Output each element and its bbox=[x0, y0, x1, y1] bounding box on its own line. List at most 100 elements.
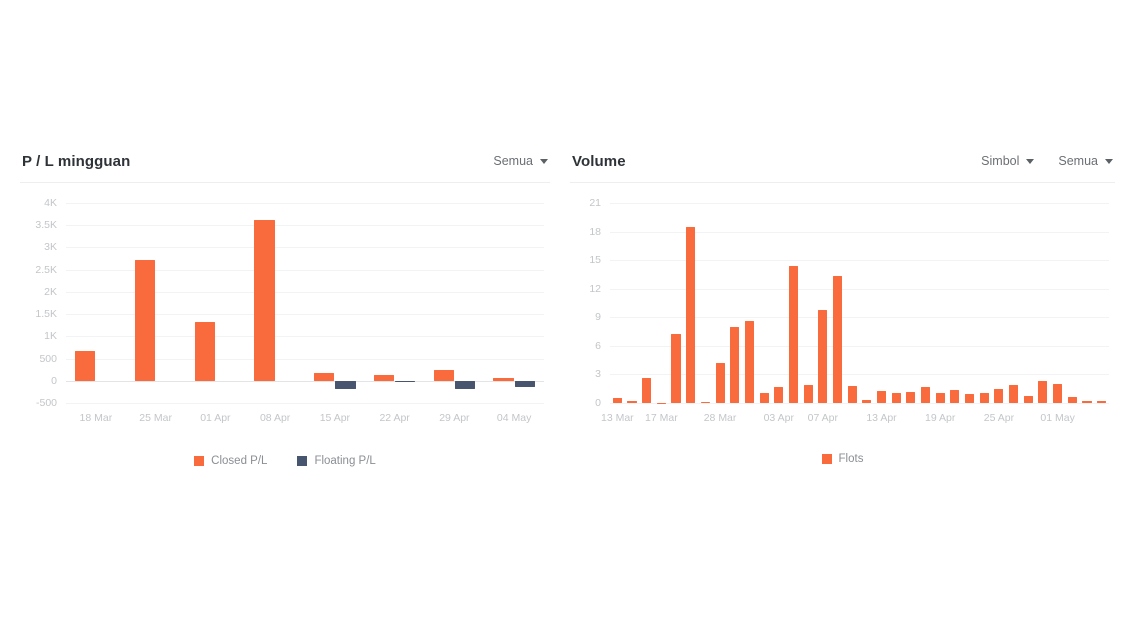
y-axis-tick-label: 12 bbox=[589, 282, 601, 295]
bar[interactable] bbox=[744, 321, 754, 403]
bar[interactable] bbox=[1023, 396, 1033, 403]
legend-swatch-icon bbox=[194, 456, 205, 466]
y-axis-tick-label: 9 bbox=[595, 311, 601, 324]
bar[interactable] bbox=[730, 326, 740, 403]
gridline bbox=[66, 403, 544, 404]
bar[interactable] bbox=[1097, 401, 1107, 403]
bar[interactable] bbox=[642, 378, 652, 403]
bar[interactable] bbox=[627, 401, 637, 403]
page-title: P / L mingguan bbox=[22, 152, 131, 170]
x-axis-tick-label: 15 Apr bbox=[319, 412, 351, 424]
bar[interactable] bbox=[1053, 383, 1063, 403]
chevron-down-icon bbox=[1105, 158, 1113, 164]
bar[interactable] bbox=[134, 259, 155, 381]
gridline bbox=[610, 231, 1109, 233]
x-axis-tick-label: 17 Mar bbox=[645, 412, 678, 424]
bar[interactable] bbox=[454, 380, 476, 389]
bar[interactable] bbox=[700, 401, 710, 403]
bar[interactable] bbox=[1082, 400, 1092, 403]
weekly-pl-controls: Semua bbox=[493, 154, 548, 168]
bar[interactable] bbox=[994, 388, 1004, 403]
legend-item-label: Closed P/L bbox=[211, 455, 268, 467]
x-axis-tick-label: 25 Mar bbox=[139, 412, 172, 424]
bar[interactable] bbox=[1038, 381, 1048, 403]
legend-swatch-icon bbox=[821, 454, 832, 464]
gridline bbox=[610, 374, 1109, 376]
gridline bbox=[610, 260, 1109, 262]
bar[interactable] bbox=[671, 334, 681, 403]
volume-filter-semua[interactable]: Semua bbox=[1058, 154, 1113, 168]
y-axis-tick-label: 1K bbox=[44, 330, 57, 343]
bar[interactable] bbox=[335, 380, 356, 389]
legend-item[interactable]: Flots bbox=[821, 453, 864, 465]
x-axis-tick-label: 18 Mar bbox=[79, 412, 113, 424]
bar[interactable] bbox=[514, 380, 535, 387]
volume-filter-simbol-label: Simbol bbox=[981, 154, 1020, 168]
legend-item[interactable]: Closed P/L bbox=[194, 455, 267, 467]
bar[interactable] bbox=[774, 386, 784, 403]
y-axis-tick-label: 3 bbox=[595, 368, 601, 381]
bar[interactable] bbox=[314, 373, 335, 381]
bar[interactable] bbox=[920, 386, 931, 403]
bar[interactable] bbox=[686, 226, 696, 403]
gridline bbox=[610, 288, 1109, 290]
bar[interactable] bbox=[715, 363, 725, 403]
bar[interactable] bbox=[950, 389, 960, 403]
gridline bbox=[610, 203, 1109, 204]
bar[interactable] bbox=[906, 391, 916, 403]
bar[interactable] bbox=[493, 378, 514, 381]
weekly-pl-panel: P / L mingguan Semua 4K 3.5K 3K 2.5K 2K 1.5K 1… bbox=[0, 140, 560, 467]
charts-row: P / L mingguan Semua 4K 3.5K 3K 2.5K 2K 1.5K 1… bbox=[0, 140, 1125, 467]
y-axis-tick-label: 3.5K bbox=[35, 219, 57, 232]
legend-item-label: Flots bbox=[838, 453, 864, 465]
y-axis-tick-label: 21 bbox=[589, 197, 601, 209]
bar[interactable] bbox=[433, 370, 454, 381]
x-axis-tick-label: 08 Apr bbox=[259, 412, 291, 424]
x-axis-tick-label: 04 May bbox=[496, 412, 532, 424]
bar[interactable] bbox=[1067, 397, 1077, 403]
bar[interactable] bbox=[395, 380, 416, 383]
bar[interactable] bbox=[1009, 384, 1019, 403]
y-axis-tick-label: 2K bbox=[44, 285, 57, 298]
y-axis-tick-label: 2.5K bbox=[35, 263, 57, 276]
bar[interactable] bbox=[876, 390, 887, 403]
bar[interactable] bbox=[75, 351, 96, 381]
x-axis-tick-label: 03 Apr bbox=[763, 412, 794, 424]
bar[interactable] bbox=[891, 393, 901, 403]
bar[interactable] bbox=[847, 385, 857, 403]
y-axis-tick-label: 1.5K bbox=[35, 308, 57, 321]
volume-panel: Volume Simbol Semua 21 18 15 12 9 6 3 0 13 Mar 17… bbox=[560, 140, 1125, 467]
bar[interactable] bbox=[818, 309, 828, 403]
bar[interactable] bbox=[803, 384, 813, 403]
weekly-pl-plot-area: 4K 3.5K 3K 2.5K 2K 1.5K 1K 500 0 -500 18 Mar 25 Mar… bbox=[35, 197, 544, 424]
weekly-pl-chart: 4K 3.5K 3K 2.5K 2K 1.5K 1K 500 0 -500 18 Mar 25 Mar… bbox=[20, 195, 550, 435]
x-axis-tick-label: 19 Apr bbox=[925, 412, 956, 424]
bar[interactable] bbox=[194, 321, 215, 381]
legend-item[interactable]: Floating P/L bbox=[297, 455, 376, 467]
gridline bbox=[610, 345, 1109, 347]
x-axis-tick-label: 13 Apr bbox=[866, 412, 897, 424]
bar[interactable] bbox=[373, 374, 394, 381]
bar[interactable] bbox=[965, 394, 975, 403]
bar[interactable] bbox=[832, 276, 843, 403]
volume-header: Volume Simbol Semua bbox=[570, 140, 1115, 182]
volume-filter-semua-label: Semua bbox=[1058, 154, 1098, 168]
weekly-pl-filter-semua[interactable]: Semua bbox=[493, 154, 548, 168]
bar[interactable] bbox=[979, 393, 989, 403]
volume-divider bbox=[570, 182, 1115, 183]
x-axis-tick-label: 29 Apr bbox=[439, 412, 470, 424]
x-axis-tick-label: 13 Mar bbox=[600, 412, 634, 424]
bar[interactable] bbox=[254, 219, 275, 381]
bar[interactable] bbox=[612, 398, 622, 403]
y-axis-tick-label: 15 bbox=[589, 254, 601, 267]
gridline bbox=[610, 317, 1109, 319]
bar[interactable] bbox=[788, 265, 798, 403]
bar[interactable] bbox=[656, 402, 666, 404]
volume-filter-simbol[interactable]: Simbol bbox=[981, 154, 1035, 168]
y-axis-tick-label: 18 bbox=[589, 225, 601, 238]
bar[interactable] bbox=[935, 393, 945, 403]
bar[interactable] bbox=[759, 393, 769, 403]
bar[interactable] bbox=[862, 400, 872, 403]
legend-item-label: Floating P/L bbox=[314, 455, 376, 467]
gridline bbox=[66, 203, 544, 204]
